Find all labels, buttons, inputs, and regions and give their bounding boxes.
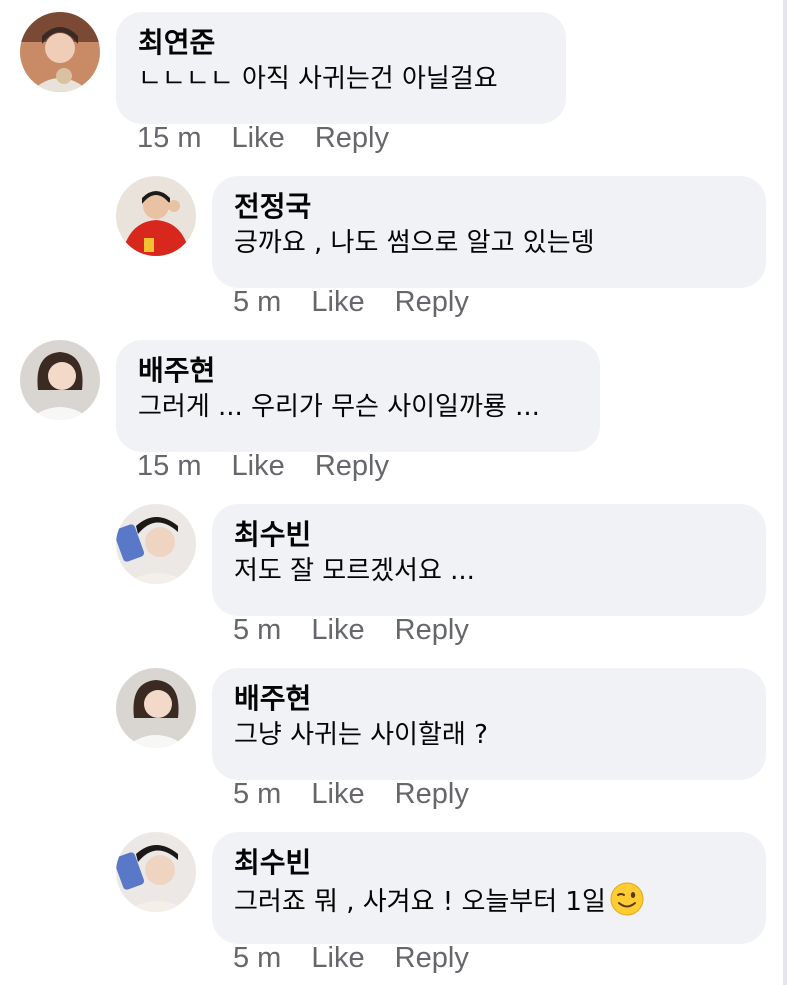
avatar-photo-icon [116, 668, 196, 748]
comment-text: 그냥 사귀는 사이할래 ? [234, 720, 488, 750]
comment-bubble: 배주현 그러게 ... 우리가 무슨 사이일까룡 ... [116, 340, 600, 452]
reply-button[interactable]: Reply [315, 449, 389, 483]
comment-timestamp: 5 m [233, 614, 282, 646]
comment-timestamp: 15 m [137, 450, 202, 482]
comment-bubble: 전정국 긍까요 , 나도 썸으로 알고 있는뎅 [212, 176, 766, 288]
comment-text: ㄴㄴㄴㄴ 아직 사귀는건 아닐걸요 [138, 64, 498, 94]
avatar[interactable] [116, 176, 196, 256]
comment-bubble: 배주현 그냥 사귀는 사이할래 ? [212, 668, 766, 780]
like-button[interactable]: Like [311, 285, 364, 319]
scrollbar[interactable] [783, 0, 787, 985]
avatar[interactable] [116, 504, 196, 584]
avatar[interactable] [116, 668, 196, 748]
comment-author[interactable]: 전정국 [234, 190, 746, 224]
reply-button[interactable]: Reply [395, 285, 469, 319]
comment-author[interactable]: 배주현 [234, 682, 746, 716]
avatar[interactable] [20, 340, 100, 420]
winking-face-emoji-icon [610, 882, 644, 925]
like-button[interactable]: Like [232, 121, 285, 155]
comment-text: 그러죠 뭐 , 사겨요 ! 오늘부터 1일 [234, 882, 746, 925]
comment-timestamp: 15 m [137, 122, 202, 154]
comment-text: 그러게 ... 우리가 무슨 사이일까룡 ... [138, 392, 540, 422]
comment-author[interactable]: 최수빈 [234, 846, 746, 880]
comment-bubble: 최연준 ㄴㄴㄴㄴ 아직 사귀는건 아닐걸요 [116, 12, 566, 124]
comment-actions: 5 m Like Reply [233, 613, 469, 647]
comment-author[interactable]: 최수빈 [234, 518, 746, 552]
avatar-photo-icon [20, 12, 100, 92]
reply-button[interactable]: Reply [395, 777, 469, 811]
comment-bubble: 최수빈 그러죠 뭐 , 사겨요 ! 오늘부터 1일 [212, 832, 766, 944]
like-button[interactable]: Like [311, 777, 364, 811]
comment-timestamp: 5 m [233, 942, 282, 974]
reply-button[interactable]: Reply [315, 121, 389, 155]
comment-text: 긍까요 , 나도 썸으로 알고 있는뎅 [234, 228, 595, 258]
comment-text: 저도 잘 모르겠서요 ... [234, 556, 475, 586]
comment-actions: 15 m Like Reply [137, 449, 389, 483]
comment-text-content: 그러죠 뭐 , 사겨요 ! 오늘부터 1일 [234, 887, 606, 917]
comment-timestamp: 5 m [233, 286, 282, 318]
comment-actions: 5 m Like Reply [233, 941, 469, 975]
comment-actions: 5 m Like Reply [233, 777, 469, 811]
avatar-photo-icon [116, 504, 196, 584]
like-button[interactable]: Like [311, 941, 364, 975]
reply-button[interactable]: Reply [395, 613, 469, 647]
comment-thread: 최연준 ㄴㄴㄴㄴ 아직 사귀는건 아닐걸요 15 m Like Reply 전정… [0, 0, 787, 985]
comment-actions: 5 m Like Reply [233, 285, 469, 319]
reply-button[interactable]: Reply [395, 941, 469, 975]
comment-author[interactable]: 배주현 [138, 354, 580, 388]
avatar-photo-icon [20, 340, 100, 420]
comment-author[interactable]: 최연준 [138, 26, 546, 60]
comment-bubble: 최수빈 저도 잘 모르겠서요 ... [212, 504, 766, 616]
comment-actions: 15 m Like Reply [137, 121, 389, 155]
avatar[interactable] [20, 12, 100, 92]
like-button[interactable]: Like [311, 613, 364, 647]
comment-timestamp: 5 m [233, 778, 282, 810]
like-button[interactable]: Like [232, 449, 285, 483]
avatar-photo-icon [116, 176, 196, 256]
avatar[interactable] [116, 832, 196, 912]
avatar-photo-icon [116, 832, 196, 912]
